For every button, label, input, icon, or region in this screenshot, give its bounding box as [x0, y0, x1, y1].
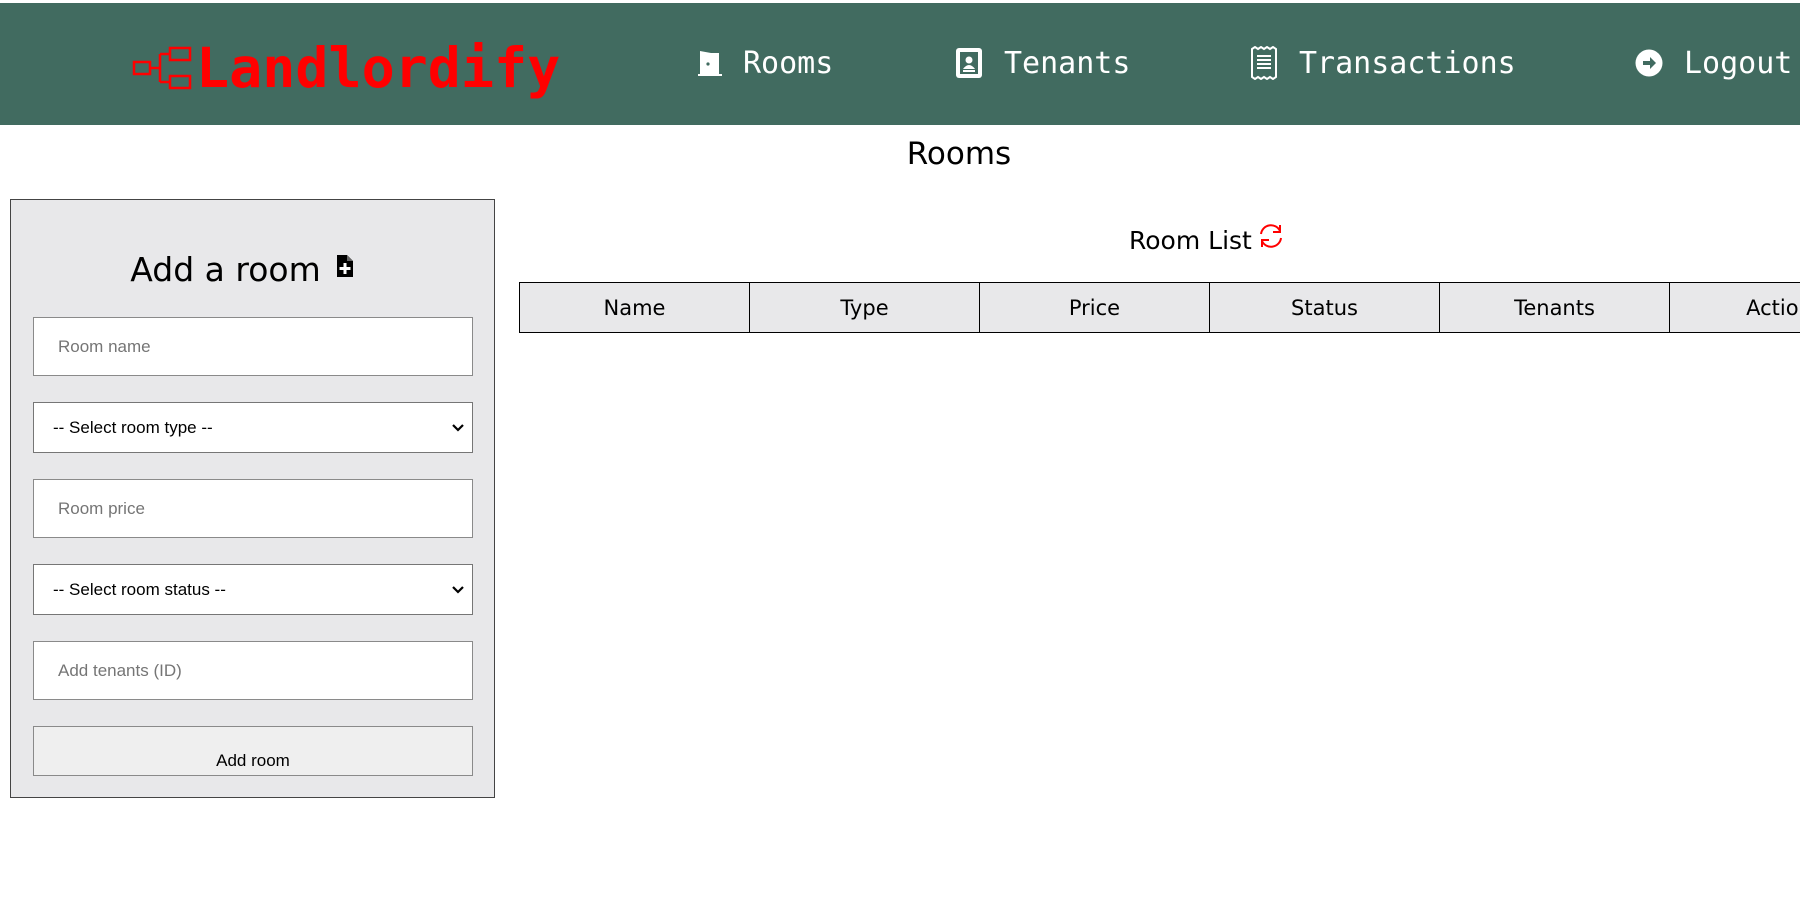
- column-header-actions[interactable]: Actions: [1670, 283, 1800, 332]
- add-room-button[interactable]: Add room: [33, 726, 473, 776]
- receipt-icon: [1251, 46, 1277, 80]
- nav-transactions[interactable]: Transactions: [1249, 41, 1516, 85]
- column-header-status[interactable]: Status: [1210, 283, 1440, 332]
- nav-rooms[interactable]: Rooms: [697, 41, 833, 85]
- chevron-down-icon: [452, 423, 464, 432]
- room-name-placeholder: Room name: [58, 336, 151, 356]
- room-status-select[interactable]: -- Select room status --: [33, 564, 473, 615]
- nav-tenants[interactable]: Tenants: [954, 41, 1130, 85]
- add-room-title: Add a room: [130, 250, 321, 289]
- door-icon: [698, 51, 722, 76]
- logo-text: Landlordify: [196, 35, 561, 100]
- page-title: Rooms: [906, 136, 1012, 172]
- column-header-type[interactable]: Type: [750, 283, 980, 332]
- sitemap-icon: [132, 46, 192, 90]
- id-card-icon: [956, 48, 982, 78]
- refresh-icon[interactable]: [1256, 222, 1286, 250]
- room-price-placeholder: Room price: [58, 498, 145, 518]
- column-header-tenants[interactable]: Tenants: [1440, 283, 1670, 332]
- column-header-price[interactable]: Price: [980, 283, 1210, 332]
- tenants-id-input[interactable]: Add tenants (ID): [33, 641, 473, 700]
- room-price-input[interactable]: Room price: [33, 479, 473, 538]
- room-type-selected: -- Select room type --: [53, 417, 213, 437]
- page: Landlordify Rooms Tenants Transactions L…: [0, 0, 1800, 900]
- add-room-heading: Add a room: [0, 248, 485, 292]
- navbar: Landlordify Rooms Tenants Transactions L…: [0, 3, 1800, 125]
- logout-icon: [1635, 49, 1663, 77]
- file-plus-icon: [336, 255, 353, 277]
- chevron-down-icon: [452, 585, 464, 594]
- tenants-id-placeholder: Add tenants (ID): [58, 660, 182, 680]
- room-list-title: Room List: [1129, 226, 1252, 255]
- room-name-input[interactable]: Room name: [33, 317, 473, 376]
- room-list-heading: Room List: [1129, 224, 1286, 258]
- room-type-select[interactable]: -- Select room type --: [33, 402, 473, 453]
- column-header-name[interactable]: Name: [520, 283, 750, 332]
- nav-rooms-label: Rooms: [743, 45, 834, 81]
- logo[interactable]: Landlordify: [132, 33, 560, 103]
- nav-logout-label: Logout: [1684, 45, 1793, 81]
- nav-transactions-label: Transactions: [1299, 45, 1516, 81]
- room-status-selected: -- Select room status --: [53, 579, 226, 599]
- nav-logout[interactable]: Logout: [1634, 41, 1792, 85]
- nav-tenants-label: Tenants: [1004, 45, 1131, 81]
- room-table-header: Name Type Price Status Tenants Actions: [519, 282, 1800, 333]
